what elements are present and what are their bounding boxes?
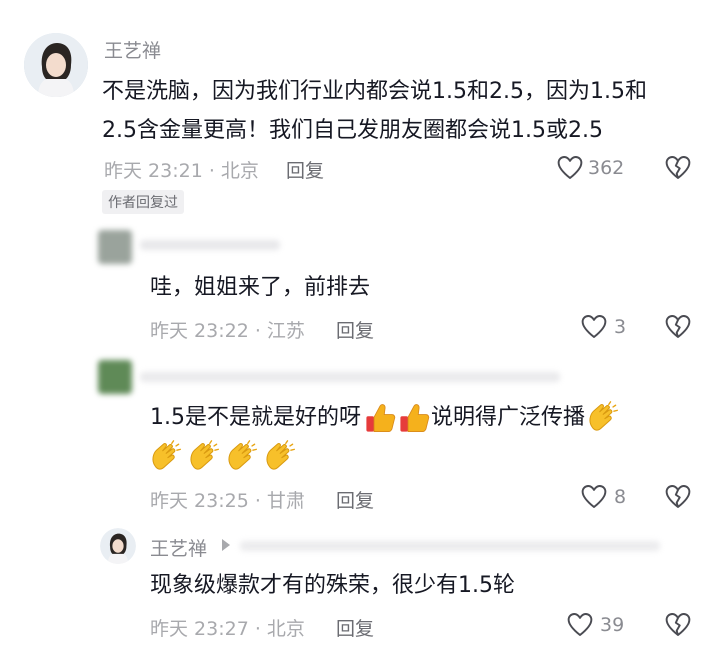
heart-icon bbox=[580, 313, 608, 340]
comment-timestamp: 昨天 23:21 · 北京 bbox=[104, 160, 259, 182]
like-button[interactable]: 362 bbox=[556, 154, 624, 181]
broken-heart-icon bbox=[664, 483, 692, 510]
comment-author[interactable]: 王艺禅 bbox=[104, 36, 161, 63]
heart-icon bbox=[556, 154, 584, 181]
reply-button[interactable]: 回复 bbox=[336, 486, 374, 513]
redacted-username bbox=[140, 372, 560, 382]
dislike-button[interactable] bbox=[664, 483, 692, 510]
reply-button[interactable]: 回复 bbox=[336, 316, 374, 343]
broken-heart-icon bbox=[664, 611, 692, 638]
dislike-button[interactable] bbox=[664, 154, 692, 181]
like-count: 8 bbox=[614, 485, 627, 508]
comment-timestamp: 昨天 23:27 · 北京 bbox=[150, 618, 305, 640]
like-button[interactable]: 8 bbox=[580, 483, 626, 510]
clapping-hands-icon bbox=[148, 440, 182, 474]
dislike-button[interactable] bbox=[664, 611, 692, 638]
comment-text: 2.5含金量更高！我们自己发朋友圈都会说1.5或2.5 bbox=[102, 118, 603, 143]
broken-heart-icon bbox=[664, 154, 692, 181]
comment-text: 1.5是不是就是好的呀 说明得广泛传播 bbox=[150, 398, 619, 437]
clapping-hands-icon bbox=[224, 440, 258, 474]
broken-heart-icon bbox=[664, 313, 692, 340]
author-replied-badge: 作者回复过 bbox=[102, 190, 184, 214]
reply-arrow-icon bbox=[222, 539, 230, 551]
avatar[interactable] bbox=[24, 33, 88, 97]
dislike-button[interactable] bbox=[664, 313, 692, 340]
clapping-hands-icon bbox=[262, 440, 296, 474]
redacted-username bbox=[240, 541, 660, 551]
avatar[interactable] bbox=[100, 528, 136, 564]
comment-timestamp: 昨天 23:22 · 江苏 bbox=[150, 320, 305, 342]
avatar[interactable] bbox=[98, 360, 132, 394]
comment-text: 现象级爆款才有的殊荣，很少有1.5轮 bbox=[150, 573, 515, 598]
clapping-hands-icon bbox=[186, 440, 220, 474]
comment-text: 不是洗脑，因为我们行业内都会说1.5和2.5，因为1.5和 bbox=[102, 79, 647, 104]
reply-button[interactable]: 回复 bbox=[336, 614, 374, 641]
comment-text: 哇，姐姐来了，前排去 bbox=[150, 275, 371, 300]
reply-button[interactable]: 回复 bbox=[286, 156, 324, 183]
avatar[interactable] bbox=[98, 230, 132, 264]
comment-timestamp: 昨天 23:25 · 甘肃 bbox=[150, 490, 305, 512]
like-count: 3 bbox=[614, 315, 627, 338]
redacted-username bbox=[140, 240, 280, 250]
like-count: 39 bbox=[600, 613, 625, 636]
like-count: 362 bbox=[588, 156, 625, 179]
emoji-row bbox=[148, 440, 296, 474]
like-button[interactable]: 39 bbox=[566, 611, 624, 638]
like-button[interactable]: 3 bbox=[580, 313, 626, 340]
comment-text-part: 说明得广泛传播 bbox=[431, 405, 586, 430]
comment-text-part: 1.5是不是就是好的呀 bbox=[150, 405, 361, 430]
heart-icon bbox=[566, 611, 594, 638]
comment-author[interactable]: 王艺禅 bbox=[150, 534, 207, 561]
thumbs-up-icon bbox=[397, 401, 431, 435]
thumbs-up-icon bbox=[363, 401, 397, 435]
clapping-hands-icon bbox=[585, 401, 619, 435]
heart-icon bbox=[580, 483, 608, 510]
